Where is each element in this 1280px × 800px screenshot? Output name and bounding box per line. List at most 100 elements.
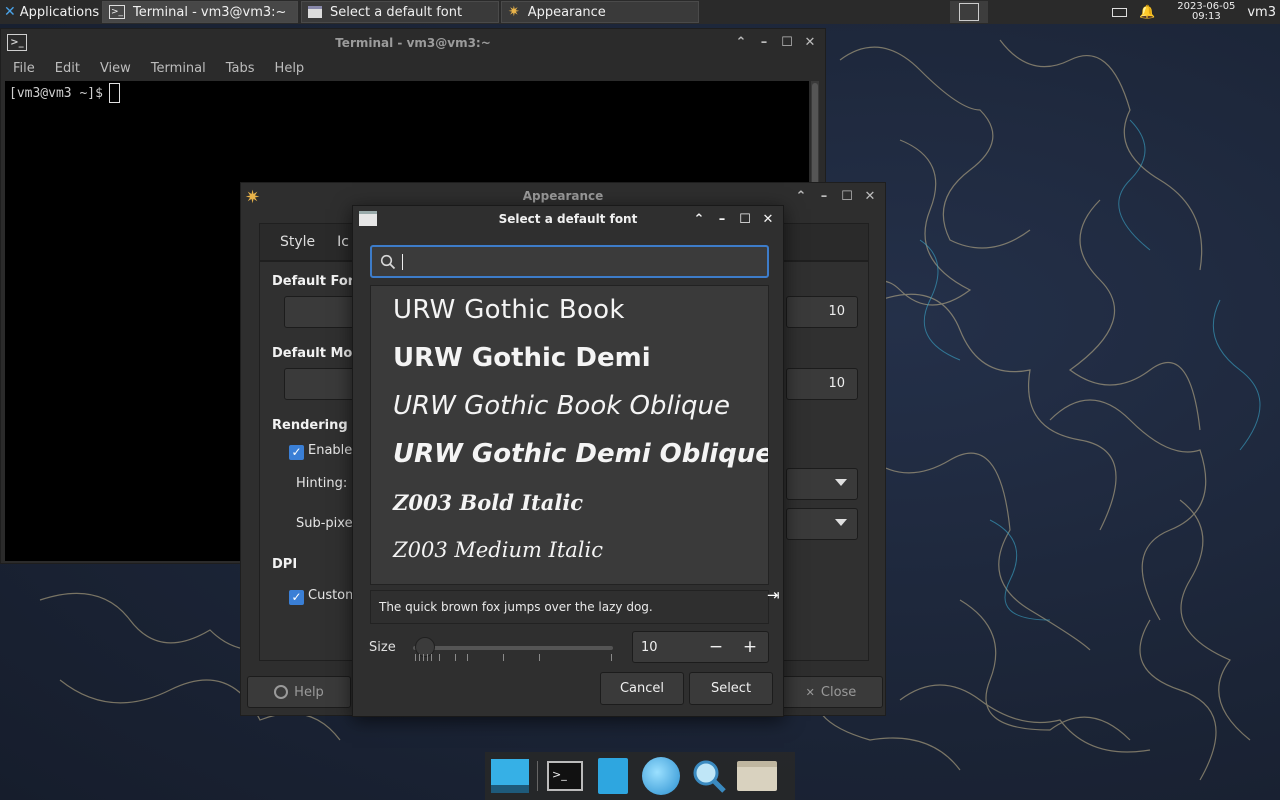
close-button[interactable]: ✕ <box>863 189 877 204</box>
user-menu[interactable]: vm3 <box>1247 5 1280 20</box>
font-list-item[interactable]: Z003 Medium Italic <box>371 526 768 574</box>
maximize-button[interactable]: ☐ <box>738 212 752 227</box>
workspace-icon <box>959 3 979 21</box>
terminal-title: Terminal - vm3@vm3:~ <box>335 36 491 50</box>
terminal-menubar: File Edit View Terminal Tabs Help <box>1 57 825 79</box>
web-browser-icon[interactable] <box>640 755 682 797</box>
taskbar-appearance-label: Appearance <box>527 4 606 20</box>
top-panel: ✕ Applications >_ Terminal - vm3@vm3:~ S… <box>0 0 1280 24</box>
menu-file[interactable]: File <box>13 61 35 76</box>
terminal-prompt-line: [vm3@vm3 ~]$ <box>5 81 809 105</box>
font-preview[interactable]: The quick brown fox jumps over the lazy … <box>370 590 769 624</box>
terminal-window-icon: >_ <box>7 34 27 51</box>
file-manager-icon[interactable] <box>592 755 634 797</box>
appearance-window-controls: ⌃ – ☐ ✕ <box>794 183 877 209</box>
taskbar-font-dialog-label: Select a default font <box>330 4 463 20</box>
chevron-down-icon <box>835 479 847 486</box>
hinting-combo[interactable] <box>786 468 858 500</box>
menu-help[interactable]: Help <box>275 61 305 76</box>
help-button[interactable]: Help <box>247 676 351 708</box>
clock-time: 09:13 <box>1191 11 1221 22</box>
appearance-title: Appearance <box>522 189 604 203</box>
panel-tray: 🔔 2023-06-05 09:13 vm3 <box>1112 0 1280 24</box>
taskbar-font-dialog[interactable]: Select a default font <box>301 1 499 23</box>
hinting-label: Hinting: <box>296 476 348 491</box>
font-dialog-titlebar[interactable]: Select a default font ⌃ – ☐ ✕ <box>353 206 783 232</box>
font-search-box[interactable] <box>370 245 769 278</box>
shade-button[interactable]: ⌃ <box>734 35 748 50</box>
cancel-button[interactable]: Cancel <box>600 672 684 705</box>
enable-antialias-checkbox[interactable]: ✓ <box>289 445 304 460</box>
size-decrease-button[interactable]: − <box>706 637 726 657</box>
tab-style[interactable]: Style <box>280 234 315 250</box>
folder-icon[interactable] <box>736 755 778 797</box>
close-button[interactable]: ✕ <box>761 212 775 227</box>
minimize-button[interactable]: – <box>715 212 729 227</box>
terminal-window-controls: ⌃ – ☐ ✕ <box>734 29 817 55</box>
size-label: Size <box>369 640 396 655</box>
notification-bell-icon[interactable]: 🔔 <box>1139 5 1155 20</box>
default-font-size-value: 10 <box>828 304 845 319</box>
menu-terminal[interactable]: Terminal <box>151 61 206 76</box>
terminal-prompt: [vm3@vm3 ~]$ <box>9 85 103 101</box>
close-window-button[interactable]: ✕ Close <box>779 676 883 708</box>
font-search-input[interactable] <box>409 253 749 270</box>
applications-menu[interactable]: ✕ Applications <box>0 4 100 20</box>
custom-dpi-checkbox[interactable]: ✓ <box>289 590 304 605</box>
font-dialog-title: Select a default font <box>498 212 638 226</box>
terminal-cursor <box>108 83 120 103</box>
chevron-down-icon <box>835 519 847 526</box>
size-spinbox[interactable]: 10 − + <box>632 631 769 663</box>
select-button[interactable]: Select <box>689 672 773 705</box>
close-button[interactable]: ✕ <box>803 35 817 50</box>
font-list-item[interactable]: Z003 Bold Italic <box>371 478 768 526</box>
taskbar-appearance[interactable]: ✷ Appearance <box>501 1 699 23</box>
font-dialog: Select a default font ⌃ – ☐ ✕ URW Gothic… <box>352 205 784 717</box>
menu-edit[interactable]: Edit <box>55 61 80 76</box>
rendering-heading: Rendering <box>272 418 348 433</box>
workspace-switcher[interactable] <box>950 1 988 23</box>
taskbar-terminal[interactable]: >_ Terminal - vm3@vm3:~ <box>102 1 298 23</box>
minimize-button[interactable]: – <box>757 35 771 50</box>
menu-view[interactable]: View <box>100 61 131 76</box>
minimize-button[interactable]: – <box>817 189 831 204</box>
tab-icons[interactable]: Ic <box>337 234 349 250</box>
close-icon: ✕ <box>805 685 815 699</box>
font-list-item[interactable]: URW Gothic Demi Oblique <box>371 430 768 478</box>
search-icon <box>380 254 396 269</box>
default-font-size[interactable]: 10 <box>786 296 858 328</box>
terminal-titlebar[interactable]: >_ Terminal - vm3@vm3:~ ⌃ – ☐ ✕ <box>1 29 825 57</box>
default-mono-size[interactable]: 10 <box>786 368 858 400</box>
size-increase-button[interactable]: + <box>740 637 760 657</box>
shade-button[interactable]: ⌃ <box>794 189 808 204</box>
dialog-window-icon <box>359 211 377 226</box>
default-font-heading: Default Font <box>272 274 364 289</box>
desktop-icon[interactable] <box>489 755 531 797</box>
font-list-item[interactable]: URW Gothic Book Oblique <box>371 382 768 430</box>
font-list[interactable]: URW Gothic Book URW Gothic Demi URW Goth… <box>370 285 769 585</box>
shade-button[interactable]: ⌃ <box>692 212 706 227</box>
search-text-cursor <box>402 253 403 270</box>
menu-tabs[interactable]: Tabs <box>226 61 255 76</box>
resize-cursor-icon: ⇥ <box>767 586 780 604</box>
default-mono-size-value: 10 <box>828 376 845 391</box>
close-button-label: Close <box>820 684 857 700</box>
maximize-button[interactable]: ☐ <box>840 189 854 204</box>
size-slider[interactable] <box>413 637 613 657</box>
size-slider-ticks <box>413 654 613 664</box>
appearance-window-icon: ✷ <box>245 187 261 208</box>
subpixel-combo[interactable] <box>786 508 858 540</box>
help-icon <box>274 685 289 699</box>
maximize-button[interactable]: ☐ <box>780 35 794 50</box>
search-icon[interactable] <box>688 755 730 797</box>
font-list-item[interactable]: URW Gothic Book <box>371 286 768 334</box>
battery-icon[interactable] <box>1112 7 1128 17</box>
custom-dpi-label: Custom <box>308 588 358 603</box>
dock-separator <box>537 761 538 791</box>
font-list-item[interactable]: URW Gothic Demi <box>371 334 768 382</box>
size-spinbox-value: 10 <box>641 639 658 655</box>
subpixel-label: Sub-pixel <box>296 516 357 531</box>
clock[interactable]: 2023-06-05 09:13 <box>1171 2 1241 22</box>
xfce-logo-icon: ✕ <box>4 4 16 20</box>
terminal-icon[interactable]: >_ <box>544 755 586 797</box>
